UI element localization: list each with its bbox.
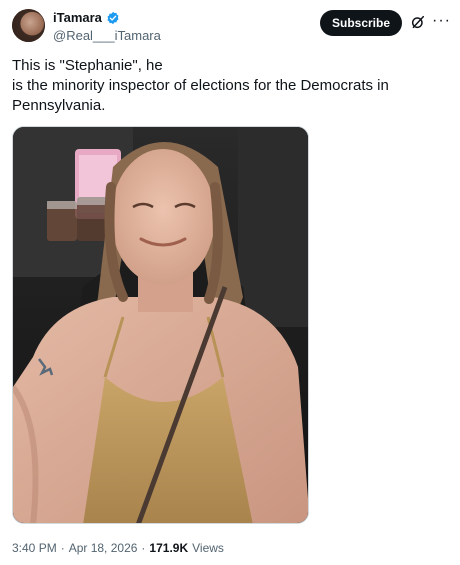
verified-badge-icon — [107, 11, 119, 24]
views-count[interactable]: 171.9K — [149, 541, 188, 555]
author-name-row[interactable]: iTamara — [53, 10, 120, 25]
tweet: iTamara @Real___iTamara Subscribe ··· Th… — [0, 0, 460, 565]
tweet-date[interactable]: Apr 18, 2026 — [69, 541, 138, 555]
photo-illustration — [13, 127, 308, 523]
tweet-text-line: Pennsylvania. — [12, 97, 106, 114]
views-label: Views — [192, 541, 224, 555]
meta-separator: · — [60, 541, 65, 555]
avatar[interactable] — [12, 9, 45, 42]
tweet-photo[interactable] — [12, 126, 309, 524]
tweet-text-line: This is "Stephanie", he — [12, 57, 163, 74]
tweet-time[interactable]: 3:40 PM — [12, 541, 57, 555]
author-display-name[interactable]: iTamara — [53, 10, 102, 25]
subscribe-button[interactable]: Subscribe — [320, 10, 402, 36]
tweet-text-line: is the minority inspector of elections f… — [12, 77, 389, 94]
author-handle[interactable]: @Real___iTamara — [53, 28, 161, 43]
meta-separator: · — [141, 541, 146, 555]
tweet-meta: 3:40 PM · Apr 18, 2026 · 171.9K Views — [12, 541, 224, 555]
grok-icon[interactable] — [410, 14, 426, 30]
tweet-text: This is "Stephanie", he is the minority … — [12, 56, 442, 116]
more-options-icon[interactable]: ··· — [432, 13, 450, 30]
